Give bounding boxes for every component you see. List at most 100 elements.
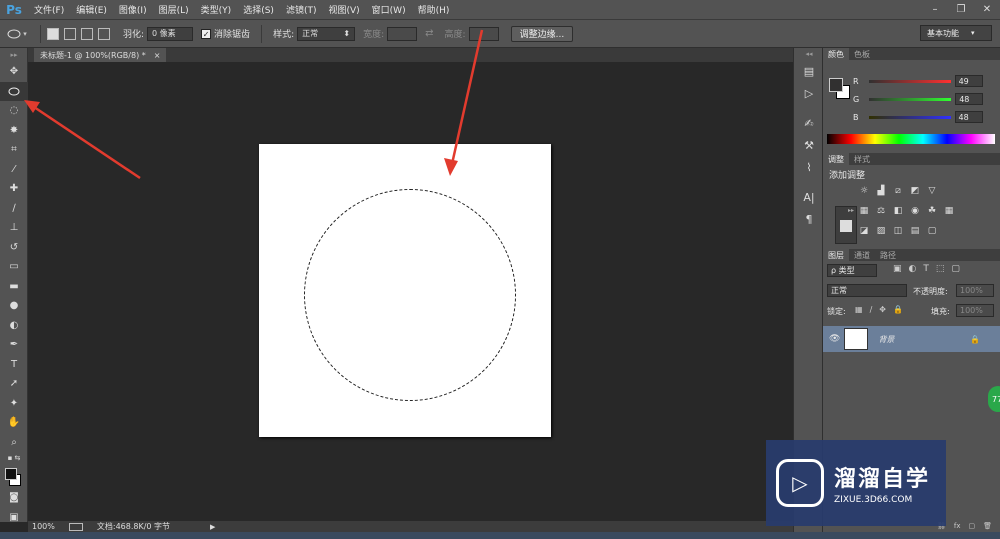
lock-position-icon[interactable]: ✥ bbox=[879, 305, 886, 314]
menu-view[interactable]: 视图(V) bbox=[322, 3, 365, 16]
exposure-icon[interactable]: ◩ bbox=[908, 185, 922, 197]
color-picker-swatches[interactable] bbox=[827, 76, 853, 102]
screen-mode-icon[interactable]: ▣ bbox=[0, 508, 28, 528]
close-icon[interactable]: ✕ bbox=[974, 0, 1000, 18]
brightness-icon[interactable]: ☼ bbox=[857, 185, 871, 197]
pen-tool-icon[interactable]: ✒ bbox=[0, 335, 28, 355]
blend-mode-select[interactable]: 正常 bbox=[827, 284, 907, 297]
menu-file[interactable]: 文件(F) bbox=[28, 3, 70, 16]
type-filter-icon[interactable]: T bbox=[923, 264, 929, 274]
green-value[interactable]: 48 bbox=[955, 93, 984, 105]
photo-filter-icon[interactable]: ◉ bbox=[908, 205, 922, 217]
subtract-selection-icon[interactable] bbox=[81, 27, 93, 40]
add-selection-icon[interactable] bbox=[64, 27, 76, 40]
lock-all-icon[interactable]: 🔒 bbox=[893, 305, 903, 314]
foreground-color-swatch[interactable] bbox=[829, 78, 843, 92]
path-selection-tool-icon[interactable]: ➚ bbox=[0, 374, 28, 394]
smart-object-filter-icon[interactable]: ▢ bbox=[951, 264, 960, 274]
lasso-tool-icon[interactable]: ◌ bbox=[0, 101, 28, 121]
new-layer-icon[interactable]: ▢ bbox=[968, 522, 975, 532]
close-icon[interactable]: × bbox=[154, 51, 161, 60]
workspace-select[interactable]: 基本功能 ▾ bbox=[920, 25, 992, 41]
red-value[interactable]: 49 bbox=[954, 75, 983, 87]
levels-icon[interactable]: ▟ bbox=[874, 185, 888, 197]
menu-window[interactable]: 窗口(W) bbox=[366, 3, 412, 16]
clone-stamp-tool-icon[interactable]: ⊥ bbox=[0, 218, 28, 238]
quick-mask-icon[interactable]: ◙ bbox=[0, 488, 28, 508]
layer-name[interactable]: 背景 bbox=[878, 334, 894, 345]
invert-icon[interactable]: ◪ bbox=[857, 225, 871, 237]
vibrance-icon[interactable]: ▽ bbox=[925, 185, 939, 197]
blue-slider[interactable]: B 48 bbox=[853, 110, 983, 124]
blur-tool-icon[interactable]: ● bbox=[0, 296, 28, 316]
strip-collapse-icon[interactable]: ◂◂ bbox=[794, 48, 824, 60]
tool-preset-picker[interactable]: ▾ bbox=[0, 29, 34, 39]
color-spectrum-bar[interactable] bbox=[827, 134, 995, 144]
channel-mixer-icon[interactable]: ☘ bbox=[925, 205, 939, 217]
share-icon[interactable] bbox=[68, 522, 83, 531]
width-input[interactable] bbox=[387, 26, 418, 41]
threshold-icon[interactable]: ◫ bbox=[891, 225, 905, 237]
minimize-icon[interactable]: – bbox=[922, 0, 948, 18]
gradient-tool-icon[interactable]: ▬ bbox=[0, 277, 28, 297]
hue-saturation-icon[interactable]: ▦ bbox=[857, 205, 871, 217]
menu-select[interactable]: 选择(S) bbox=[237, 3, 280, 16]
green-slider[interactable]: G 48 bbox=[853, 92, 984, 106]
feather-input[interactable]: 0 像素 bbox=[147, 26, 194, 41]
tab-color[interactable]: 颜色 bbox=[823, 48, 849, 60]
trash-icon[interactable]: 🗑 bbox=[983, 522, 992, 532]
tab-channels[interactable]: 通道 bbox=[849, 249, 875, 261]
height-input[interactable] bbox=[468, 26, 499, 41]
lock-transparent-icon[interactable]: ▦ bbox=[855, 305, 863, 314]
tools-collapse-icon[interactable]: ▸▸ bbox=[0, 48, 28, 62]
tab-layers[interactable]: 图层 bbox=[823, 249, 849, 261]
crop-tool-icon[interactable]: ⌗ bbox=[0, 140, 28, 160]
character-icon[interactable]: A| bbox=[794, 186, 824, 208]
opacity-input[interactable]: 100% bbox=[956, 284, 994, 297]
history-icon[interactable]: ▤ bbox=[794, 60, 824, 82]
black-white-icon[interactable]: ◧ bbox=[891, 205, 905, 217]
pixel-filter-icon[interactable]: ▣ bbox=[893, 264, 902, 274]
paragraph-icon[interactable]: ¶ bbox=[794, 208, 824, 230]
floating-badge[interactable]: 77 bbox=[988, 386, 1000, 412]
menu-image[interactable]: 图像(I) bbox=[113, 3, 153, 16]
red-track[interactable] bbox=[868, 79, 951, 83]
dodge-tool-icon[interactable]: ◐ bbox=[0, 316, 28, 336]
zoom-level[interactable]: 100% bbox=[32, 522, 55, 531]
color-lookup-icon[interactable]: ▦ bbox=[942, 205, 956, 217]
restore-icon[interactable]: ❐ bbox=[948, 0, 974, 18]
healing-brush-tool-icon[interactable]: ✚ bbox=[0, 179, 28, 199]
layer-row[interactable]: 👁 背景 🔒 bbox=[823, 326, 1000, 352]
selective-color-icon[interactable]: ▢ bbox=[925, 225, 939, 237]
adjustment-filter-icon[interactable]: ◐ bbox=[909, 264, 917, 274]
tab-adjustments[interactable]: 调整 bbox=[823, 153, 849, 165]
foreground-color-swatch[interactable] bbox=[5, 468, 17, 480]
new-selection-icon[interactable] bbox=[47, 27, 59, 40]
fx-icon[interactable]: fx bbox=[954, 522, 961, 532]
red-slider[interactable]: R 49 bbox=[853, 74, 983, 88]
blue-value[interactable]: 48 bbox=[954, 111, 983, 123]
document-canvas[interactable] bbox=[259, 144, 551, 437]
status-menu-icon[interactable]: ▶ bbox=[210, 523, 215, 531]
intersect-selection-icon[interactable] bbox=[98, 27, 110, 40]
brush-tool-icon[interactable]: ∕ bbox=[0, 199, 28, 219]
menu-filter[interactable]: 滤镜(T) bbox=[280, 3, 323, 16]
posterize-icon[interactable]: ▨ bbox=[874, 225, 888, 237]
curves-icon[interactable]: ⧄ bbox=[891, 185, 905, 197]
type-tool-icon[interactable]: T bbox=[0, 355, 28, 375]
ellipse-marquee-tool-icon[interactable] bbox=[0, 81, 28, 101]
gradient-map-icon[interactable]: ▤ bbox=[908, 225, 922, 237]
color-balance-icon[interactable]: ⚖ bbox=[874, 205, 888, 217]
swap-icon[interactable]: ⇄ bbox=[425, 28, 433, 39]
refine-edge-button[interactable]: 调整边缘... bbox=[510, 25, 574, 42]
history-brush-tool-icon[interactable]: ↺ bbox=[0, 238, 28, 258]
brush-presets-icon[interactable]: ✍ bbox=[794, 112, 824, 134]
green-track[interactable] bbox=[869, 97, 952, 101]
menu-layer[interactable]: 图层(L) bbox=[153, 3, 195, 16]
shape-filter-icon[interactable]: ⬚ bbox=[936, 264, 945, 274]
brush-icon[interactable]: ⌇ bbox=[794, 156, 824, 178]
eye-icon[interactable]: 👁 bbox=[829, 334, 840, 344]
blue-track[interactable] bbox=[868, 115, 951, 119]
tool-presets-icon[interactable]: ⚒ bbox=[794, 134, 824, 156]
canvas-area[interactable] bbox=[28, 62, 793, 521]
